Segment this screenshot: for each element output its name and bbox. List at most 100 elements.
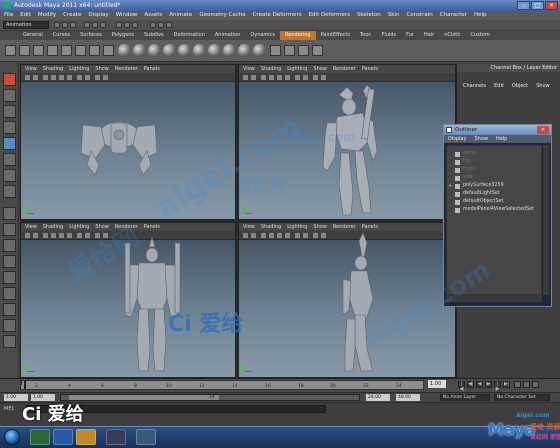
outliner-item-persp[interactable]: persp xyxy=(455,150,477,158)
menu-edit[interactable]: Edit xyxy=(20,11,31,20)
command-language-label[interactable]: MEL xyxy=(4,406,14,412)
save-scene-icon[interactable] xyxy=(70,22,76,28)
viewport-side[interactable]: View Shading Lighting Show Renderer Pane… xyxy=(238,222,456,378)
select-component-icon[interactable] xyxy=(100,22,106,28)
layered-shader-icon[interactable] xyxy=(163,44,176,57)
menu-skeleton[interactable]: Skeleton xyxy=(357,11,381,20)
layout-hypershade-icon[interactable] xyxy=(3,287,16,300)
tab-polygons[interactable]: Polygons xyxy=(107,31,139,40)
tab-surfaces[interactable]: Surfaces xyxy=(75,31,107,40)
outliner-item-polysurface[interactable]: polySurface3259 xyxy=(455,182,504,190)
render-icon[interactable] xyxy=(150,22,156,28)
layout-persp-graph-icon[interactable] xyxy=(3,303,16,316)
menu-animate[interactable]: Animate xyxy=(169,11,192,20)
layout-outliner-icon[interactable] xyxy=(3,255,16,268)
layout-custom-icon[interactable] xyxy=(3,335,16,348)
menu-assets[interactable]: Assets xyxy=(144,11,162,20)
auto-key-icon[interactable] xyxy=(523,381,530,388)
tab-dynamics[interactable]: Dynamics xyxy=(245,31,280,40)
channel-menu-edit[interactable]: Edit xyxy=(494,82,504,91)
outliner-item-default-object-set[interactable]: defaultObjectSet xyxy=(455,198,503,206)
paint-select-tool-icon[interactable] xyxy=(3,105,16,118)
camera-aim-icon[interactable] xyxy=(19,45,30,56)
start-button[interactable] xyxy=(4,429,20,445)
select-object-icon[interactable] xyxy=(92,22,98,28)
use-background-icon[interactable] xyxy=(253,44,266,57)
menu-skin[interactable]: Skin xyxy=(388,11,400,20)
shading-map-icon[interactable] xyxy=(223,44,236,57)
volume-light-icon[interactable] xyxy=(103,45,114,56)
render-settings-icon[interactable] xyxy=(166,22,172,28)
taskbar-app-window-icon[interactable] xyxy=(136,429,156,445)
tab-toon[interactable]: Toon xyxy=(355,31,377,40)
camera-icon[interactable] xyxy=(5,45,16,56)
blinn-shader-icon[interactable] xyxy=(133,44,146,57)
play-forward-button[interactable]: ▶ xyxy=(485,381,492,388)
directional-light-icon[interactable] xyxy=(47,45,58,56)
outliner-menu-display[interactable]: Display xyxy=(448,135,466,143)
point-light-icon[interactable] xyxy=(61,45,72,56)
outliner-horizontal-scrollbar[interactable] xyxy=(446,295,542,302)
snap-grid-icon[interactable] xyxy=(116,22,122,28)
current-frame-field[interactable]: 1.00 xyxy=(428,380,446,388)
command-input[interactable] xyxy=(26,405,326,413)
viewport-persp[interactable]: View Shading Lighting Show Renderer Pane… xyxy=(238,64,456,220)
outliner-menu-show[interactable]: Show xyxy=(474,135,488,143)
tab-ncloth[interactable]: nCloth xyxy=(439,31,465,40)
select-tool-icon[interactable] xyxy=(3,73,16,86)
tab-general[interactable]: General xyxy=(18,31,48,40)
outliner-item-front[interactable]: front xyxy=(455,166,474,174)
area-light-icon[interactable] xyxy=(89,45,100,56)
robot-model-top-view[interactable] xyxy=(21,65,236,220)
layout-persp-outliner-icon[interactable] xyxy=(3,319,16,332)
surface-shader-icon[interactable] xyxy=(238,44,251,57)
channel-menu-object[interactable]: Object xyxy=(512,82,528,91)
key-icon[interactable] xyxy=(514,381,521,388)
range-slider-handle[interactable] xyxy=(69,395,219,400)
start-time-field[interactable]: 1.00 xyxy=(4,394,28,401)
range-slider[interactable]: 24 xyxy=(60,394,360,401)
ramp-shader-icon[interactable] xyxy=(208,44,221,57)
menu-display[interactable]: Display xyxy=(88,11,108,20)
snap-point-icon[interactable] xyxy=(132,22,138,28)
menu-create[interactable]: Create xyxy=(63,11,81,20)
new-scene-icon[interactable] xyxy=(54,22,60,28)
open-scene-icon[interactable] xyxy=(62,22,68,28)
maximize-button[interactable]: ▢ xyxy=(531,1,544,10)
menu-set-dropdown[interactable]: Animation xyxy=(3,21,49,29)
outliner-menu-help[interactable]: Help xyxy=(496,135,507,143)
last-tool-icon[interactable] xyxy=(3,185,16,198)
anisotropic-shader-icon[interactable] xyxy=(118,44,131,57)
viewport-top[interactable]: View Shading Lighting Show Renderer Pane… xyxy=(20,64,236,220)
anim-layer-dropdown[interactable]: No Anim Layer xyxy=(440,394,490,401)
menu-modify[interactable]: Modify xyxy=(38,11,56,20)
robot-model-front-view[interactable] xyxy=(21,223,236,378)
layout-four-icon[interactable] xyxy=(3,223,16,236)
menu-window[interactable]: Window xyxy=(116,11,138,20)
outliner-item-view-selected-set[interactable]: modelPanel4ViewSelectedSet xyxy=(455,206,534,214)
robot-model-side-view[interactable] xyxy=(239,223,456,378)
outliner-vertical-scrollbar[interactable] xyxy=(542,145,549,295)
tab-fluids[interactable]: Fluids xyxy=(376,31,401,40)
render-view-icon[interactable] xyxy=(284,45,295,56)
viewport-front[interactable]: View Shading Lighting Show Renderer Pane… xyxy=(20,222,236,378)
menu-help[interactable]: Help xyxy=(474,11,487,20)
taskbar-app-media-icon[interactable] xyxy=(30,429,50,445)
move-tool-icon[interactable] xyxy=(3,121,16,134)
outliner-titlebar[interactable]: Outliner ✕ xyxy=(444,125,551,135)
tab-painteffects[interactable]: PaintEffects xyxy=(316,31,355,40)
rotate-tool-icon[interactable] xyxy=(3,137,16,150)
menu-edit-deformers[interactable]: Edit Deformers xyxy=(309,11,350,20)
outliner-item-top[interactable]: top xyxy=(455,158,471,166)
channel-menu-channels[interactable]: Channels xyxy=(463,82,486,91)
menu-constrain[interactable]: Constrain xyxy=(406,11,432,20)
tab-curves[interactable]: Curves xyxy=(48,31,75,40)
snap-curve-icon[interactable] xyxy=(124,22,130,28)
expand-toggle-icon[interactable]: + xyxy=(448,182,452,190)
menu-create-deformers[interactable]: Create Deformers xyxy=(253,11,302,20)
playback-end-field[interactable]: 24.00 xyxy=(366,394,390,401)
spot-light-icon[interactable] xyxy=(75,45,86,56)
menu-character[interactable]: Character xyxy=(440,11,467,20)
time-slider[interactable]: 2 4 6 8 10 12 14 16 18 20 22 24 xyxy=(20,380,424,390)
character-set-dropdown[interactable]: No Character Set xyxy=(494,394,550,401)
